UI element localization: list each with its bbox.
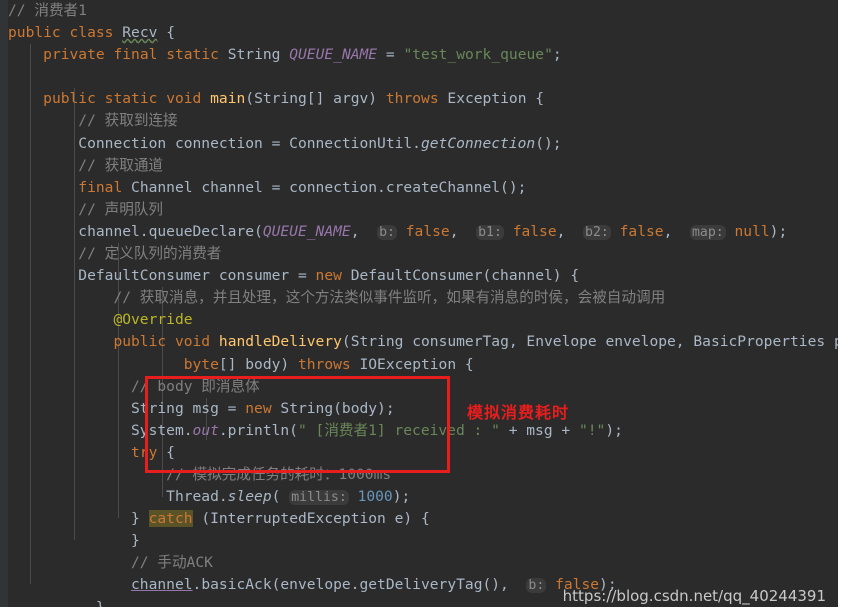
code-line[interactable]: // 定义队列的消费者 <box>8 243 838 265</box>
code-text-area[interactable]: // 消费者1 public class Recv { private fina… <box>8 0 838 607</box>
code-line[interactable]: // 获取到连接 <box>8 110 838 132</box>
param-hint-b1: b1: <box>476 224 504 240</box>
code-line[interactable]: public void handleDelivery(String consum… <box>8 331 838 353</box>
code-line[interactable]: // 获取消息，并且处理，这个方法类似事件监听，如果有消息的时侯，会被自动调用 <box>8 287 838 309</box>
code-line[interactable]: // 消费者1 <box>8 0 838 22</box>
code-line[interactable]: @Override <box>8 309 838 331</box>
code-line[interactable]: public class Recv { <box>8 22 838 44</box>
catch-keyword-highlight: catch <box>148 510 193 528</box>
code-line[interactable]: System.out.println(" [消费者1] received : "… <box>8 420 838 442</box>
code-line[interactable]: Thread.sleep( millis: 1000); <box>8 486 838 508</box>
watermark-url: https://blog.csdn.net/qq_40244391 <box>562 587 826 605</box>
code-line[interactable]: channel.queueDeclare(QUEUE_NAME, b: fals… <box>8 221 838 243</box>
param-hint-b: b: <box>377 224 397 240</box>
code-line[interactable]: // 获取通道 <box>8 155 838 177</box>
param-hint-b2: b2: <box>583 224 611 240</box>
code-line[interactable]: DefaultConsumer consumer = new DefaultCo… <box>8 265 838 287</box>
code-line[interactable]: try { <box>8 442 838 464</box>
param-hint-millis: millis: <box>289 490 349 506</box>
annotation-label: 模拟消费耗时 <box>467 403 570 422</box>
code-line[interactable]: // 手动ACK <box>8 552 838 574</box>
code-editor-window[interactable]: // 消费者1 public class Recv { private fina… <box>0 0 844 612</box>
code-line[interactable] <box>8 66 838 88</box>
code-line[interactable]: } catch (InterruptedException e) { <box>8 508 838 530</box>
code-line[interactable]: final Channel channel = connection.creat… <box>8 177 838 199</box>
param-hint-map: map: <box>689 224 726 240</box>
code-line[interactable]: String msg = new String(body); <box>8 398 838 420</box>
code-line[interactable]: } <box>8 530 838 552</box>
code-line[interactable]: // body 即消息体 <box>8 376 838 398</box>
code-line[interactable]: private final static String QUEUE_NAME =… <box>8 44 838 66</box>
param-hint-b: b: <box>526 578 547 594</box>
code-line[interactable]: Connection connection = ConnectionUtil.g… <box>8 133 838 155</box>
code-line[interactable]: // 声明队列 <box>8 199 838 221</box>
code-line[interactable]: public static void main(String[] argv) t… <box>8 88 838 110</box>
editor-gutter <box>0 0 8 607</box>
code-line[interactable]: // 模拟完成任务的耗时：1000ms <box>8 464 838 486</box>
code-line[interactable]: byte[] body) throws IOException { <box>8 354 838 376</box>
